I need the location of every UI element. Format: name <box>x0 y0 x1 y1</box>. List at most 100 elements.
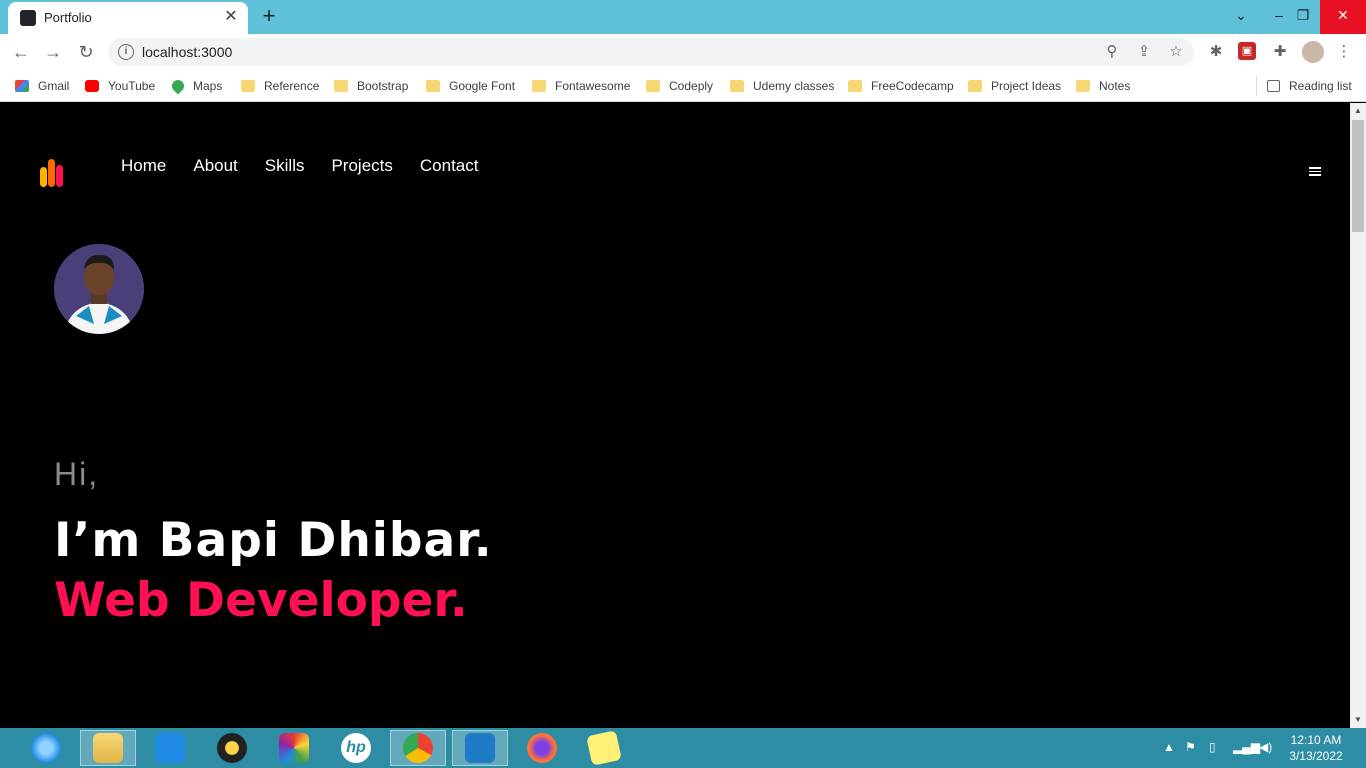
action-center-flag-icon[interactable]: ⚑ <box>1185 740 1196 754</box>
nav-skills[interactable]: Skills <box>265 156 305 176</box>
clock-time: 12:10 AM <box>1290 733 1342 747</box>
site-logo[interactable] <box>40 159 68 187</box>
tab-search-chevron-icon[interactable]: ⌄ <box>1226 0 1256 34</box>
profile-avatar[interactable] <box>1302 41 1324 63</box>
logo-bar <box>40 167 47 187</box>
bookmark-label: FreeCodecamp <box>871 79 954 93</box>
nav-about[interactable]: About <box>193 156 237 176</box>
volume-icon[interactable]: ◀) <box>1259 740 1272 754</box>
youtube-icon <box>85 80 99 92</box>
folder-icon <box>532 80 546 92</box>
tab-title: Portfolio <box>44 10 92 25</box>
bookmark-star-icon[interactable]: ☆ <box>1166 42 1186 62</box>
url-text[interactable]: localhost:3000 <box>142 44 232 60</box>
page-scrollbar[interactable]: ▲ ▼ <box>1350 103 1366 728</box>
bookmark-label: Project Ideas <box>991 79 1062 93</box>
tab-portfolio[interactable]: Portfolio ✕ <box>8 2 248 34</box>
folder-icon <box>848 80 862 92</box>
rocket-app-icon[interactable] <box>142 730 198 766</box>
battery-icon[interactable]: ▯ <box>1209 740 1216 754</box>
bookmark-udemy-classes[interactable]: Udemy classes <box>730 77 834 95</box>
logo-bar <box>48 159 55 187</box>
hp-icon[interactable]: hp <box>328 730 384 766</box>
portfolio-page: Home About Skills Projects Contact Hi, I… <box>0 103 1350 728</box>
internet-explorer-icon[interactable] <box>18 730 74 766</box>
vscode-icon[interactable] <box>452 730 508 766</box>
extensions-puzzle-icon[interactable]: ✚ <box>1270 42 1290 62</box>
bookmarks-bar: Gmail YouTube Maps Reference Bootstrap G… <box>0 70 1366 102</box>
bookmark-reference[interactable]: Reference <box>241 77 319 95</box>
windows-taskbar: hp ▲ ⚑ ▯ ▂▄▆ ◀) 12:10 AM 3/13/2022 <box>0 728 1366 768</box>
greeting-text: Hi, <box>54 456 100 492</box>
reading-list-icon <box>1267 80 1280 92</box>
scroll-down-arrow-icon[interactable]: ▼ <box>1350 712 1366 728</box>
bookmark-label: Google Font <box>449 79 516 93</box>
firefox-icon[interactable] <box>514 730 570 766</box>
reload-icon[interactable]: ↻ <box>75 41 97 63</box>
bookmark-label: Bootstrap <box>357 79 409 93</box>
address-bar[interactable]: i localhost:3000 ⚲ ⇪ ☆ <box>108 38 1194 66</box>
bookmark-youtube[interactable]: YouTube <box>85 77 155 95</box>
maps-icon <box>169 77 187 95</box>
system-clock[interactable]: 12:10 AM 3/13/2022 <box>1280 732 1352 764</box>
hamburger-menu-icon[interactable] <box>1309 167 1321 178</box>
scroll-up-arrow-icon[interactable]: ▲ <box>1350 103 1366 119</box>
menu-kebab-icon[interactable]: ⋮ <box>1334 42 1354 62</box>
restore-button[interactable]: ❐ <box>1288 0 1318 34</box>
folder-icon <box>334 80 348 92</box>
bookmark-freecodecamp[interactable]: FreeCodecamp <box>848 77 954 95</box>
bookmark-label: Notes <box>1099 79 1131 93</box>
zoom-icon[interactable]: ⚲ <box>1102 42 1122 62</box>
red-extension-icon[interactable]: ▣ <box>1238 42 1256 60</box>
folder-icon <box>730 80 744 92</box>
new-tab-button[interactable]: + <box>258 5 280 28</box>
react-icon <box>20 10 36 26</box>
main-nav: Home About Skills Projects Contact <box>121 156 478 176</box>
show-hidden-icons-icon[interactable]: ▲ <box>1163 740 1175 754</box>
bookmark-google-font[interactable]: Google Font <box>426 77 515 95</box>
bookmark-divider <box>1256 76 1257 96</box>
site-info-icon[interactable]: i <box>118 44 134 60</box>
bug-extension-icon[interactable]: ✱ <box>1206 42 1226 62</box>
reading-list-label: Reading list <box>1289 79 1352 93</box>
close-window-button[interactable]: ✕ <box>1320 0 1366 34</box>
folder-icon <box>426 80 440 92</box>
folder-icon <box>1076 80 1090 92</box>
bookmark-label: Reference <box>264 79 320 93</box>
nav-contact[interactable]: Contact <box>420 156 479 176</box>
bookmark-label: Codeply <box>669 79 714 93</box>
media-app-icon[interactable] <box>204 730 260 766</box>
puzzle-app-icon[interactable] <box>266 730 322 766</box>
bookmark-label: Fontawesome <box>555 79 631 93</box>
bookmark-maps[interactable]: Maps <box>169 77 223 95</box>
network-signal-icon[interactable]: ▂▄▆ <box>1233 740 1260 754</box>
gmail-icon <box>15 80 29 92</box>
bookmark-label: Udemy classes <box>753 79 835 93</box>
scrollbar-thumb[interactable] <box>1352 120 1364 232</box>
clock-date: 3/13/2022 <box>1289 749 1343 763</box>
bookmark-bootstrap[interactable]: Bootstrap <box>334 77 408 95</box>
chrome-icon[interactable] <box>390 730 446 766</box>
folder-icon <box>241 80 255 92</box>
nav-home[interactable]: Home <box>121 156 166 176</box>
logo-bar <box>56 165 63 187</box>
hero-role: Web Developer. <box>54 573 468 628</box>
bookmark-codeply[interactable]: Codeply <box>646 77 713 95</box>
close-tab-icon[interactable]: ✕ <box>222 8 240 26</box>
share-icon[interactable]: ⇪ <box>1134 42 1154 62</box>
sticky-notes-icon[interactable] <box>576 730 632 766</box>
bookmark-project-ideas[interactable]: Project Ideas <box>968 77 1061 95</box>
bookmark-gmail[interactable]: Gmail <box>15 77 69 95</box>
tab-strip: Portfolio ✕ + ⌄ – ❐ ✕ <box>0 0 1366 34</box>
browser-toolbar: ← → ↻ i localhost:3000 ⚲ ⇪ ☆ ✱ ▣ ✚ ⋮ <box>0 34 1366 70</box>
forward-icon[interactable]: → <box>42 41 64 63</box>
bookmark-fontawesome[interactable]: Fontawesome <box>532 77 630 95</box>
back-icon[interactable]: ← <box>10 41 32 63</box>
bookmark-notes[interactable]: Notes <box>1076 77 1130 95</box>
bookmark-label: Gmail <box>38 79 70 93</box>
bookmark-label: Maps <box>193 79 223 93</box>
profile-photo <box>54 244 144 334</box>
reading-list-button[interactable]: Reading list <box>1267 77 1352 95</box>
nav-projects[interactable]: Projects <box>331 156 392 176</box>
file-explorer-icon[interactable] <box>80 730 136 766</box>
